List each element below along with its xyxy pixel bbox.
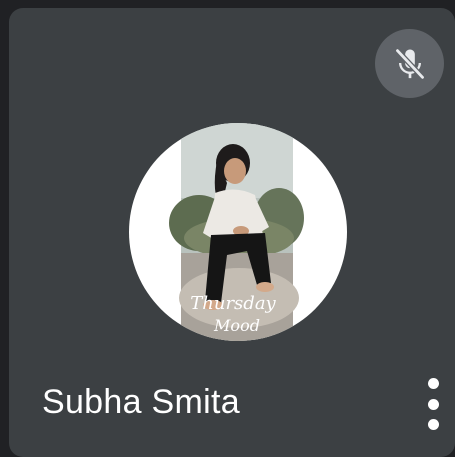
more-vert-icon-dot-1	[427, 378, 439, 389]
more-options-button[interactable]	[419, 378, 447, 430]
photo-overlay-line1: Thursday	[190, 293, 276, 314]
more-vert-icon-dot-2	[427, 398, 439, 410]
photo-overlay-line2: Mood	[213, 316, 260, 335]
avatar: Thursday Mood	[129, 123, 347, 341]
more-vert-icon-dot-3	[427, 419, 439, 430]
mic-off-icon	[394, 47, 425, 80]
mic-off-badge[interactable]	[375, 29, 444, 98]
avatar-photo: Thursday Mood	[169, 123, 304, 341]
participant-name: Subha Smita	[42, 383, 240, 421]
